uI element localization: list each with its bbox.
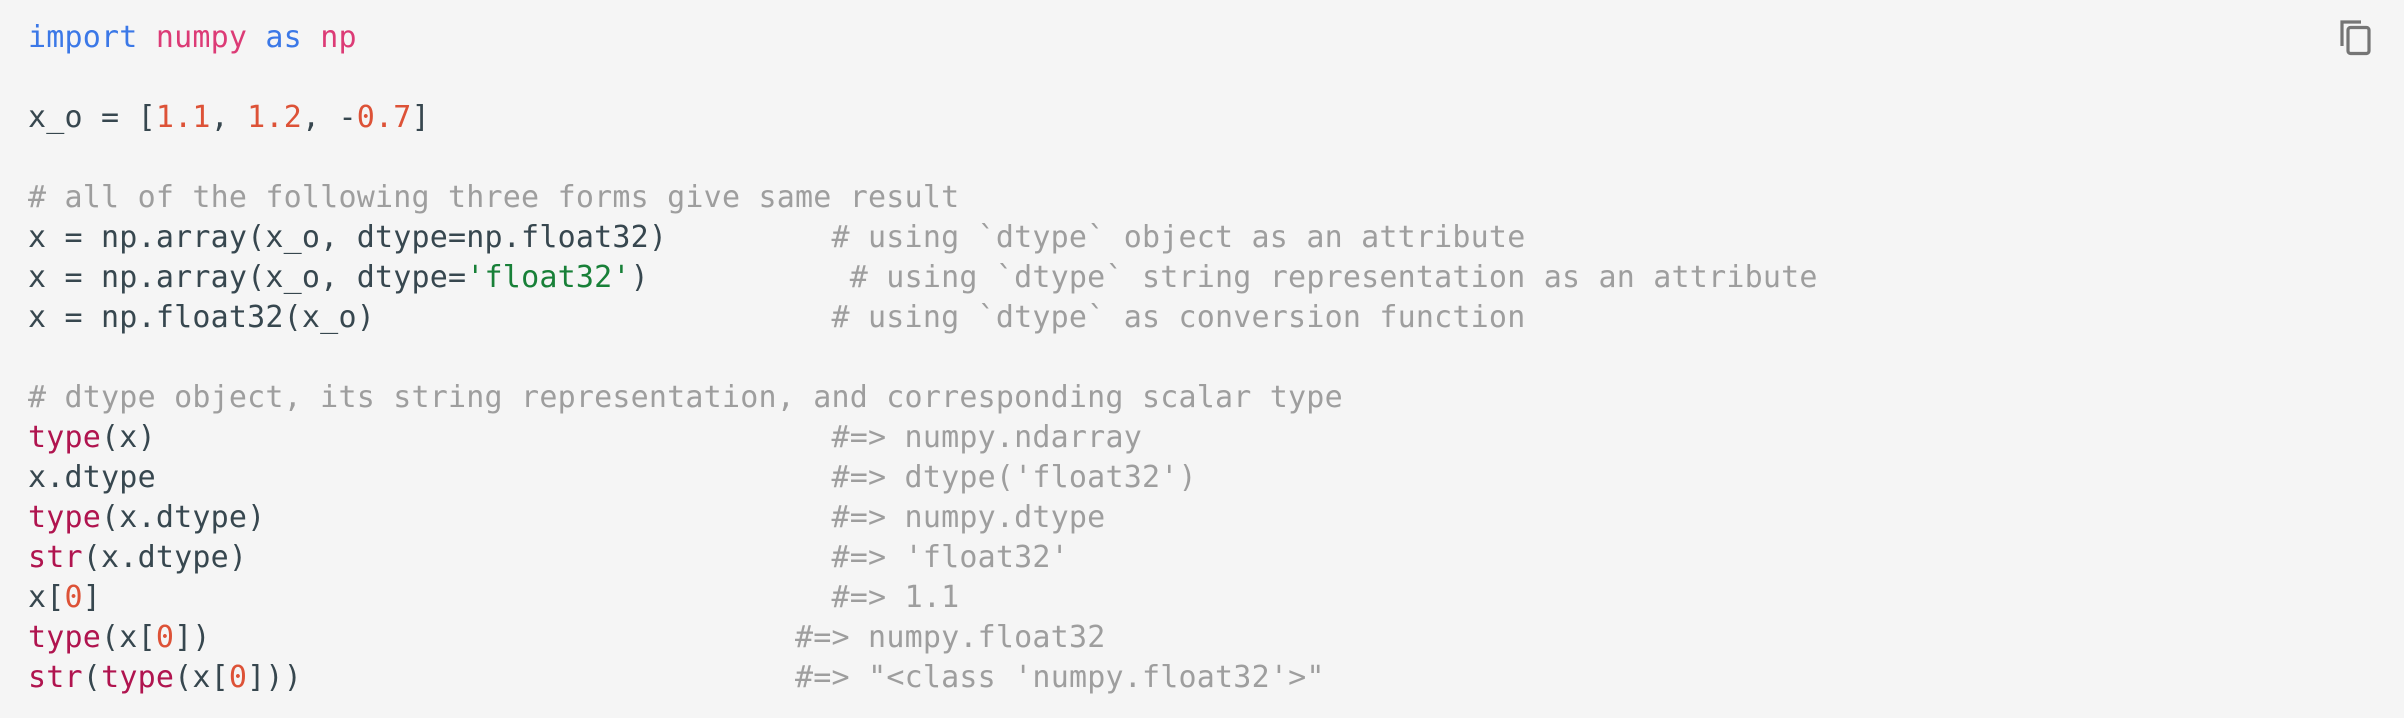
code-line: type(x[0]) #=> numpy.float32 xyxy=(28,618,1818,658)
code-line: x.dtype #=> dtype('float32') xyxy=(28,458,1818,498)
code-text: (x.dtype) xyxy=(82,540,832,575)
number-literal: 0 xyxy=(64,580,83,615)
code-text: ])) xyxy=(247,660,796,695)
code-text: x_o = [ xyxy=(28,100,156,135)
comment: #=> "<class 'numpy.float32'>" xyxy=(795,660,1325,695)
code-line: x_o = [1.1, 1.2, -0.7] xyxy=(28,98,1818,138)
comment: # all of the following three forms give … xyxy=(28,180,960,215)
builtin-function: type xyxy=(28,500,102,535)
module-name: numpy xyxy=(155,20,248,55)
code-line: x = np.float32(x_o) # using `dtype` as c… xyxy=(28,298,1818,338)
comment: #=> dtype('float32') xyxy=(831,460,1197,495)
code-content: import numpy as np x_o = [1.1, 1.2, -0.7… xyxy=(28,18,1818,698)
keyword: import xyxy=(28,20,138,55)
number-literal: 0 xyxy=(228,660,248,695)
comment: #=> numpy.ndarray xyxy=(831,420,1142,455)
number-literal: 0 xyxy=(155,620,175,655)
code-text: ( xyxy=(82,660,102,695)
code-text: ] xyxy=(82,580,832,615)
copy-icon xyxy=(2340,20,2371,56)
builtin-function: str xyxy=(28,660,83,695)
code-line: # dtype object, its string representatio… xyxy=(28,378,1818,418)
code-text: (x[ xyxy=(174,660,229,695)
code-line: x = np.array(x_o, dtype=np.float32) # us… xyxy=(28,218,1818,258)
number-literal: 0.7 xyxy=(356,100,412,135)
copy-code-button[interactable] xyxy=(2334,16,2378,60)
code-line: # all of the following three forms give … xyxy=(28,178,1818,218)
builtin-function: type xyxy=(101,660,175,695)
code-text: x[ xyxy=(28,580,65,615)
comment: # using `dtype` string representation as… xyxy=(849,260,1818,295)
code-line: x[0] #=> 1.1 xyxy=(28,578,1818,618)
code-text: ] xyxy=(411,100,430,135)
comment: #=> 1.1 xyxy=(831,580,960,615)
comment: #=> numpy.float32 xyxy=(795,620,1106,655)
code-text: ]) xyxy=(174,620,796,655)
comment: # using `dtype` object as an attribute xyxy=(831,220,1526,255)
comment: # dtype object, its string representatio… xyxy=(28,380,1343,415)
comment: # using `dtype` as conversion function xyxy=(831,300,1526,335)
code-text: x = np.array(x_o, dtype=np.float32) xyxy=(28,220,832,255)
code-line: import numpy as np xyxy=(28,18,1818,58)
builtin-function: type xyxy=(28,420,102,455)
builtin-function: type xyxy=(28,620,102,655)
code-text: , xyxy=(210,100,248,135)
code-text: (x[ xyxy=(101,620,156,655)
code-line: type(x) #=> numpy.ndarray xyxy=(28,418,1818,458)
comment: #=> numpy.dtype xyxy=(831,500,1106,535)
code-text: , - xyxy=(301,100,357,135)
code-block: import numpy as np x_o = [1.1, 1.2, -0.7… xyxy=(0,0,2404,718)
keyword: as xyxy=(265,20,302,55)
module-name: np xyxy=(320,20,357,55)
code-text: (x) xyxy=(101,420,832,455)
code-line: x = np.array(x_o, dtype='float32') # usi… xyxy=(28,258,1818,298)
code-text: x.dtype xyxy=(28,460,832,495)
code-line: str(x.dtype) #=> 'float32' xyxy=(28,538,1818,578)
code-text: ) xyxy=(630,260,850,295)
code-text: (x.dtype) xyxy=(101,500,832,535)
number-literal: 1.2 xyxy=(247,100,302,135)
code-text: x = np.array(x_o, dtype= xyxy=(28,260,467,295)
string-literal: 'float32' xyxy=(466,260,631,295)
code-line: type(x.dtype) #=> numpy.dtype xyxy=(28,498,1818,538)
code-text: x = np.float32(x_o) xyxy=(28,300,832,335)
code-line: str(type(x[0])) #=> "<class 'numpy.float… xyxy=(28,658,1818,698)
builtin-function: str xyxy=(28,540,83,575)
comment: #=> 'float32' xyxy=(831,540,1069,575)
number-literal: 1.1 xyxy=(155,100,211,135)
